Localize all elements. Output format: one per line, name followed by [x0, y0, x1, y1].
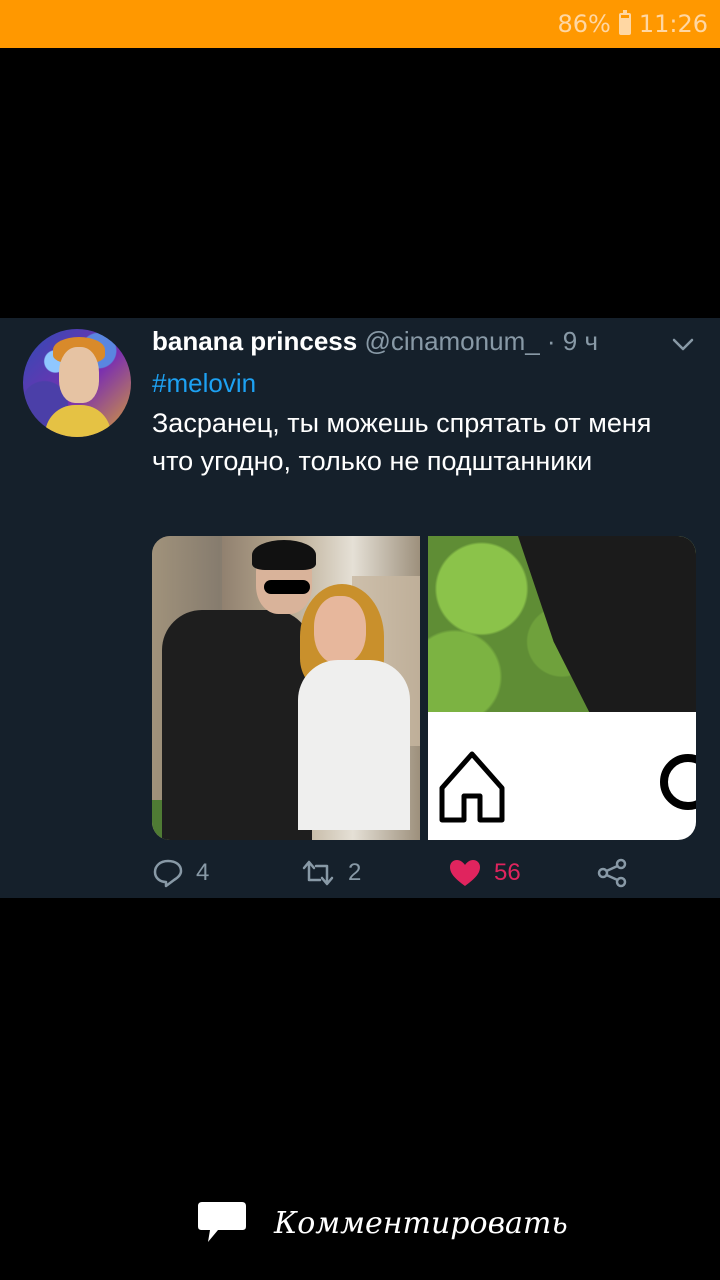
- avatar[interactable]: [23, 329, 131, 437]
- display-name[interactable]: banana princess: [152, 326, 357, 356]
- photo-woman-head: [314, 596, 366, 664]
- comment-bubble-icon: [198, 1202, 246, 1242]
- avatar-face: [59, 347, 99, 403]
- retweet-count: 2: [348, 859, 362, 886]
- reply-button[interactable]: 4: [152, 858, 209, 888]
- photo-person-hair: [252, 540, 316, 570]
- like-button[interactable]: 56: [448, 858, 521, 888]
- tweet-actions: 4 2 56: [152, 858, 672, 898]
- comment-button[interactable]: Комментировать: [196, 1200, 568, 1246]
- reply-icon: [153, 859, 183, 888]
- photo-couple[interactable]: [152, 536, 420, 840]
- reply-count: 4: [196, 859, 210, 886]
- share-button[interactable]: [596, 858, 628, 888]
- status-bar-right: 86% 11:26: [557, 10, 708, 38]
- tweet-header: banana princess @cinamonum_ · 9 ч: [152, 326, 598, 357]
- battery-icon: [618, 10, 631, 35]
- photo-woman-sweater: [298, 660, 410, 830]
- tweet-text: Засранец, ты можешь спрятать от меня что…: [152, 408, 652, 476]
- photo-screenshot[interactable]: [428, 536, 696, 840]
- media-gallery[interactable]: [152, 536, 696, 840]
- battery-percent: 86%: [557, 10, 611, 38]
- avatar-shirt: [45, 405, 111, 437]
- comment-label: Комментировать: [274, 1205, 568, 1241]
- tweet-time: · 9 ч: [546, 326, 599, 356]
- search-circle-icon: [660, 754, 696, 810]
- heart-icon: [450, 860, 480, 886]
- chevron-down-icon[interactable]: [672, 338, 694, 352]
- photo-sunglasses: [264, 580, 310, 594]
- tweet-card[interactable]: banana princess @cinamonum_ · 9 ч #melov…: [0, 318, 720, 898]
- like-count: 56: [494, 859, 521, 886]
- hashtag-link[interactable]: #melovin: [152, 368, 256, 399]
- share-icon: [597, 858, 627, 888]
- clock: 11:26: [638, 10, 708, 38]
- user-handle[interactable]: @cinamonum_: [364, 326, 539, 356]
- retweet-button[interactable]: 2: [300, 858, 361, 888]
- photo-person-jacket: [162, 610, 312, 840]
- status-bar: 86% 11:26: [0, 0, 720, 48]
- retweet-icon: [302, 860, 334, 886]
- home-icon: [439, 751, 505, 823]
